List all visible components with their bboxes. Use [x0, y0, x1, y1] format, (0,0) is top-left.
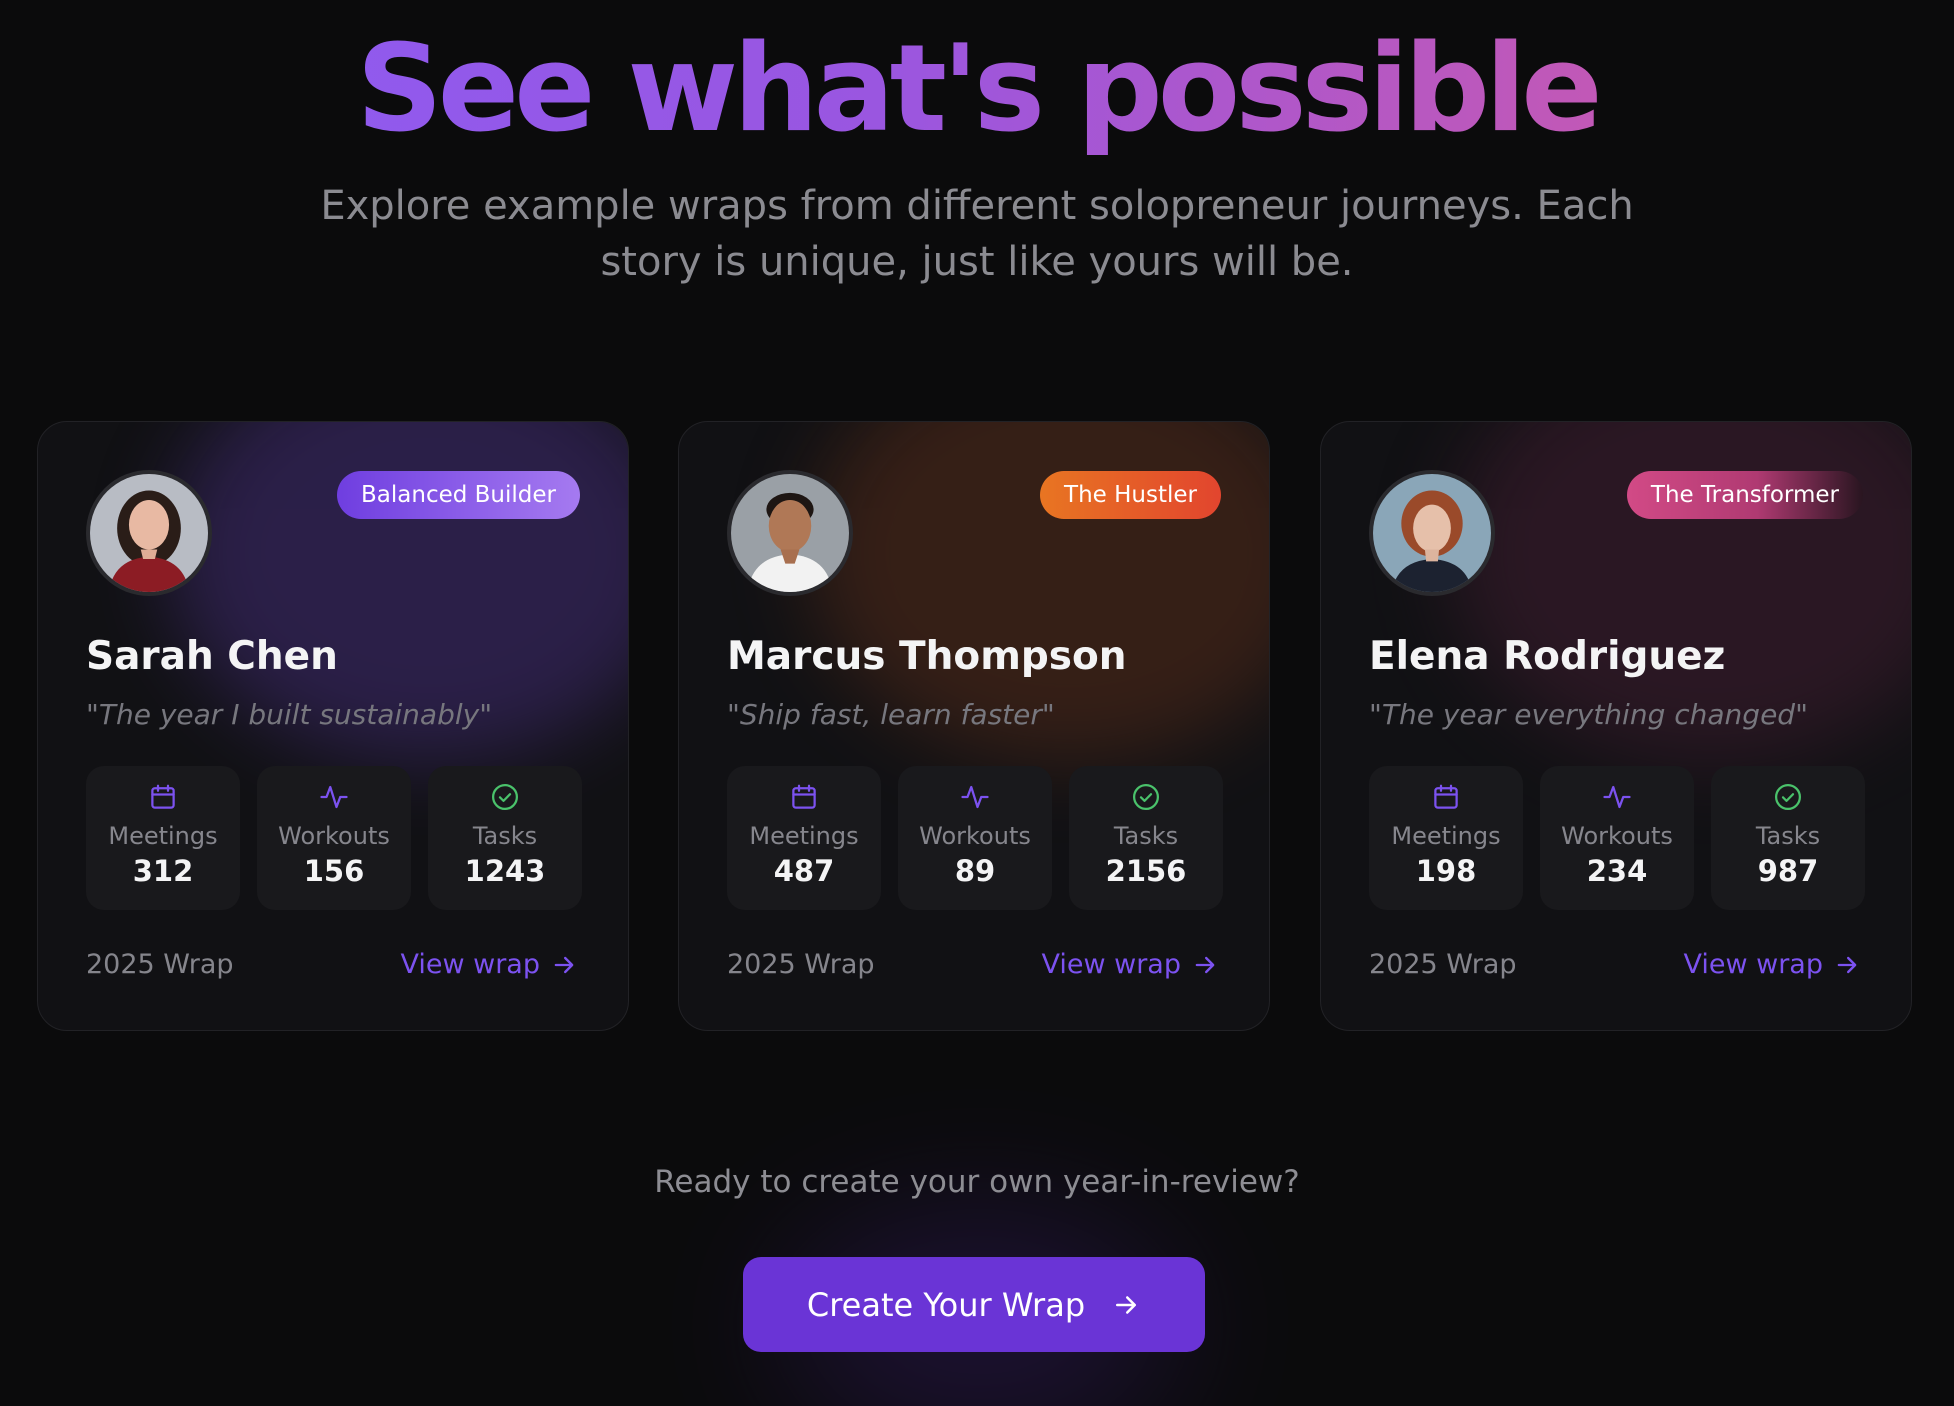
- stat-value: 234: [1586, 854, 1648, 888]
- check-circle-icon: [492, 784, 518, 810]
- stat-label: Tasks: [1755, 822, 1821, 850]
- stat-workouts: Workouts 89: [898, 766, 1052, 910]
- stat-label: Tasks: [1113, 822, 1179, 850]
- create-wrap-button[interactable]: Create Your Wrap: [743, 1257, 1205, 1352]
- stat-value: 198: [1415, 854, 1477, 888]
- stat-label: Workouts: [919, 822, 1031, 850]
- person-name: Sarah Chen: [86, 634, 338, 679]
- check-circle-icon: [1133, 784, 1159, 810]
- stat-value: 2156: [1105, 854, 1187, 888]
- activity-icon: [320, 785, 348, 809]
- stat-label: Meetings: [1391, 822, 1501, 850]
- person-name: Marcus Thompson: [727, 634, 1127, 679]
- page-subtitle: Explore example wraps from different sol…: [320, 183, 1634, 285]
- stats-row: Meetings 487 Workouts 89 Tasks 2156: [727, 766, 1223, 910]
- persona-badge: The Transformer: [1626, 471, 1863, 519]
- stat-value: 1243: [464, 854, 546, 888]
- avatar-photo-icon: [731, 474, 849, 592]
- stat-tasks: Tasks 2156: [1069, 766, 1223, 910]
- view-wrap-link[interactable]: View wrap: [400, 949, 578, 980]
- stat-value: 487: [773, 854, 835, 888]
- activity-icon: [1603, 785, 1631, 809]
- persona-badge: The Hustler: [1040, 471, 1221, 519]
- calendar-icon: [1434, 784, 1458, 809]
- view-wrap-label: View wrap: [1683, 949, 1823, 980]
- person-quote: "The year I built sustainably": [86, 698, 493, 731]
- arrow-right-icon: [1116, 1295, 1137, 1314]
- check-circle-icon: [1775, 784, 1801, 810]
- avatar-photo-icon: [1373, 474, 1491, 592]
- stat-meetings: Meetings 198: [1369, 766, 1523, 910]
- cta-prompt: Ready to create your own year-in-review?: [654, 1164, 1300, 1200]
- stat-value: 312: [132, 854, 194, 888]
- stat-meetings: Meetings 487: [727, 766, 881, 910]
- avatar-photo-icon: [90, 474, 208, 592]
- arrow-right-icon: [554, 956, 574, 973]
- stat-value: 987: [1757, 854, 1819, 888]
- stat-label: Tasks: [472, 822, 538, 850]
- stat-meetings: Meetings 312: [86, 766, 240, 910]
- view-wrap-link[interactable]: View wrap: [1683, 949, 1861, 980]
- avatar: [1369, 470, 1495, 596]
- calendar-icon: [792, 784, 816, 809]
- wrap-year-label: 2025 Wrap: [727, 949, 875, 980]
- stat-tasks: Tasks 1243: [428, 766, 582, 910]
- wrap-card-marcus-thompson[interactable]: The Hustler Marcus Thompson "Ship fast, …: [678, 421, 1270, 1031]
- stat-value: 89: [954, 854, 996, 888]
- persona-badge: Balanced Builder: [337, 471, 580, 519]
- avatar: [727, 470, 853, 596]
- view-wrap-link[interactable]: View wrap: [1041, 949, 1219, 980]
- person-quote: "Ship fast, learn faster": [727, 698, 1055, 731]
- wrap-year-label: 2025 Wrap: [1369, 949, 1517, 980]
- arrow-right-icon: [1195, 956, 1215, 973]
- person-quote: "The year everything changed": [1369, 698, 1808, 731]
- view-wrap-label: View wrap: [400, 949, 540, 980]
- stat-workouts: Workouts 234: [1540, 766, 1694, 910]
- page-title: See what's possible: [0, 20, 1954, 160]
- stat-label: Meetings: [749, 822, 859, 850]
- stat-tasks: Tasks 987: [1711, 766, 1865, 910]
- stat-workouts: Workouts 156: [257, 766, 411, 910]
- activity-icon: [961, 785, 989, 809]
- stat-value: 156: [303, 854, 365, 888]
- view-wrap-label: View wrap: [1041, 949, 1181, 980]
- avatar: [86, 470, 212, 596]
- wrap-year-label: 2025 Wrap: [86, 949, 234, 980]
- wrap-card-elena-rodriguez[interactable]: The Transformer Elena Rodriguez "The yea…: [1320, 421, 1912, 1031]
- stat-label: Workouts: [1561, 822, 1673, 850]
- stats-row: Meetings 198 Workouts 234 Tasks 987: [1369, 766, 1865, 910]
- calendar-icon: [151, 784, 175, 809]
- stat-label: Meetings: [108, 822, 218, 850]
- arrow-right-icon: [1837, 956, 1857, 973]
- create-wrap-label: Create Your Wrap: [806, 1285, 1086, 1324]
- person-name: Elena Rodriguez: [1369, 634, 1726, 679]
- stat-label: Workouts: [278, 822, 390, 850]
- stats-row: Meetings 312 Workouts 156 Tasks 1243: [86, 766, 582, 910]
- wrap-card-sarah-chen[interactable]: Balanced Builder Sarah Chen "The year I …: [37, 421, 629, 1031]
